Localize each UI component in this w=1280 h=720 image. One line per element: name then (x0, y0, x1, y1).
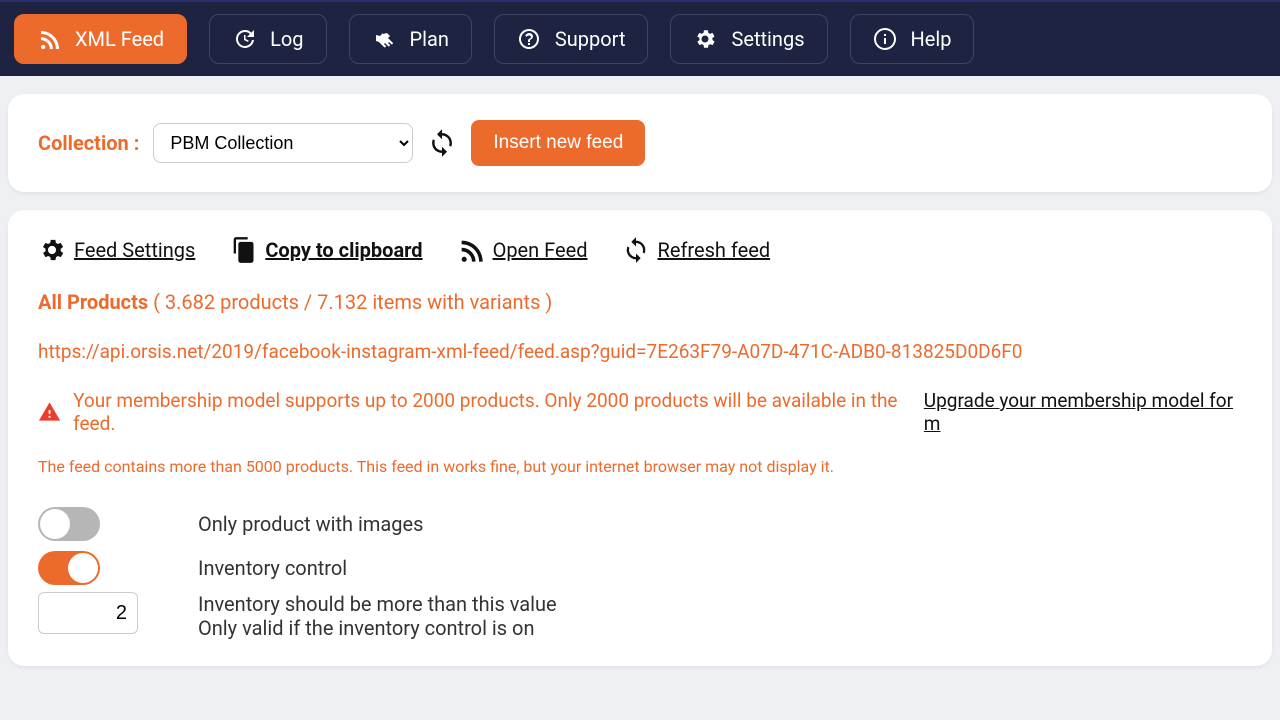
copy-to-clipboard-link[interactable]: Copy to clipboard (229, 236, 422, 264)
action-label: Copy to clipboard (265, 238, 422, 262)
handshake-icon (372, 27, 396, 51)
gear-icon (693, 27, 717, 51)
open-feed-link[interactable]: Open Feed (457, 236, 588, 264)
nav-label: XML Feed (75, 27, 164, 51)
feed-actions: Feed Settings Copy to clipboard Open Fee… (38, 236, 1242, 264)
warning-triangle-icon (38, 400, 61, 424)
refresh-feed-link[interactable]: Refresh feed (622, 236, 771, 264)
only-images-label: Only product with images (198, 512, 423, 536)
nav-log[interactable]: Log (209, 14, 326, 64)
collection-select[interactable]: PBM Collection (153, 123, 413, 163)
nav-label: Log (270, 27, 303, 51)
feed-url[interactable]: https://api.orsis.net/2019/facebook-inst… (38, 340, 1242, 363)
threshold-desc-1: Inventory should be more than this value (198, 592, 557, 616)
info-icon (873, 27, 897, 51)
only-images-toggle[interactable] (38, 507, 100, 541)
gear-icon (38, 236, 66, 264)
question-circle-icon (517, 27, 541, 51)
sync-icon[interactable] (427, 128, 457, 158)
upgrade-link[interactable]: Upgrade your membership model for m (924, 389, 1242, 435)
nav-help[interactable]: Help (850, 14, 975, 64)
browser-note: The feed contains more than 5000 product… (38, 457, 1242, 476)
feed-options: Only product with images Inventory contr… (38, 504, 1242, 640)
feed-card: Feed Settings Copy to clipboard Open Fee… (8, 210, 1272, 666)
insert-new-feed-button[interactable]: Insert new feed (471, 120, 645, 166)
rss-icon (457, 236, 485, 264)
action-label: Feed Settings (74, 238, 195, 262)
product-summary: All Products ( 3.682 products / 7.132 it… (38, 290, 1242, 314)
nav-label: Settings (731, 27, 804, 51)
nav-label: Support (555, 27, 626, 51)
collection-label: Collection : (38, 131, 139, 155)
history-icon (232, 27, 256, 51)
nav-plan[interactable]: Plan (349, 14, 472, 64)
feed-settings-link[interactable]: Feed Settings (38, 236, 195, 264)
collection-card: Collection : PBM Collection Insert new f… (8, 94, 1272, 192)
action-label: Open Feed (493, 238, 588, 262)
nav-label: Plan (410, 27, 449, 51)
inventory-threshold-input[interactable] (38, 592, 138, 634)
sync-icon (622, 236, 650, 264)
inventory-control-label: Inventory control (198, 556, 347, 580)
membership-warning: Your membership model supports up to 200… (38, 389, 1242, 435)
threshold-desc-2: Only valid if the inventory control is o… (198, 616, 557, 640)
action-label: Refresh feed (658, 238, 771, 262)
nav-settings[interactable]: Settings (670, 14, 827, 64)
nav-xml-feed[interactable]: XML Feed (14, 14, 187, 64)
copy-icon (229, 236, 257, 264)
membership-warning-text: Your membership model supports up to 200… (73, 389, 912, 435)
inventory-control-toggle[interactable] (38, 551, 100, 585)
rss-icon (37, 27, 61, 51)
nav-support[interactable]: Support (494, 14, 649, 64)
top-nav: XML Feed Log Plan Support Settings Help (0, 0, 1280, 76)
nav-label: Help (911, 27, 952, 51)
